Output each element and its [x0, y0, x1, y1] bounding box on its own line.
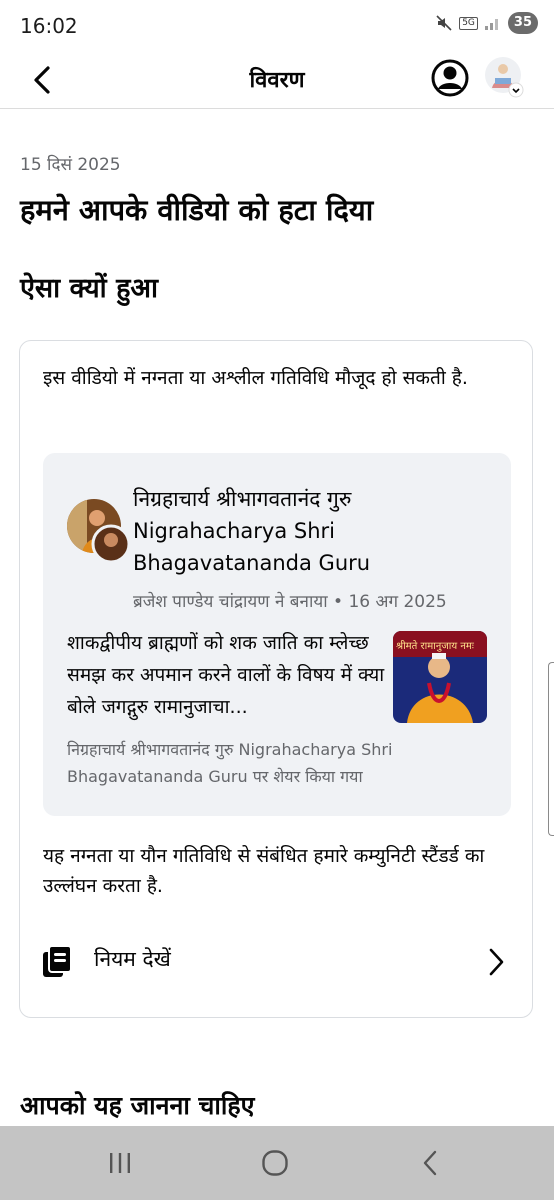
status-time: 16:02 [20, 14, 78, 38]
page-avatar [67, 499, 131, 564]
mute-icon [436, 15, 452, 31]
system-back-button[interactable] [410, 1146, 450, 1180]
removed-post-preview[interactable]: निग्रहाचार्य श्रीभागवतानंद गुरु Nigrahac… [43, 453, 511, 816]
why-heading: ऐसा क्यों हुआ [20, 273, 159, 304]
user-avatar [485, 57, 524, 98]
signal-icon [484, 19, 498, 30]
profile-button[interactable] [430, 58, 470, 98]
avatar-menu-button[interactable] [484, 56, 526, 100]
system-nav-bar [0, 1126, 554, 1200]
view-rules-button[interactable]: नियम देखें [20, 929, 532, 993]
status-bar: 16:02 5G 35 [0, 0, 554, 52]
content[interactable]: 15 दिसं 2025 हमने आपके वीडियो को हटा दिय… [0, 108, 554, 1126]
reason-text: इस वीडियो में नग्नता या अश्लील गतिविधि म… [43, 367, 468, 389]
policy-text: यह नग्नता या यौन गतिविधि से संबंधित हमार… [43, 845, 485, 897]
page-name[interactable]: निग्रहाचार्य श्रीभागवतानंद गुरु Nigrahac… [133, 483, 493, 579]
view-rules-label: नियम देखें [94, 947, 171, 971]
page-title: विवरण [249, 68, 305, 93]
know-heading: आपको यह जानना चाहिए [20, 1091, 255, 1120]
account-circle-icon [431, 59, 469, 97]
shared-to-text: निग्रहाचार्य श्रीभागवतानंद गुरु Nigrahac… [67, 740, 393, 786]
post-meta: ब्रजेश पाण्डेय चांद्रायण ने बनाया • 16 अ… [133, 592, 447, 612]
thumb-banner-text: श्रीमते रामानुजाय नमः [396, 640, 475, 652]
scroll-handle[interactable] [548, 662, 554, 836]
notice-date: 15 दिसं 2025 [20, 155, 121, 175]
notice-headline: हमने आपके वीडियो को हटा दिया [20, 193, 374, 227]
recents-icon [110, 1153, 130, 1173]
home-icon [262, 1150, 288, 1176]
app-bar: विवरण [0, 52, 554, 109]
book-icon [43, 945, 72, 977]
battery-indicator: 35 [507, 12, 538, 34]
home-button[interactable] [255, 1146, 295, 1180]
status-icons: 5G 35 [435, 12, 538, 34]
network-badge: 5G [459, 16, 478, 30]
reason-card: इस वीडियो में नग्नता या अश्लील गतिविधि म… [19, 340, 533, 1018]
chevron-right-icon [489, 948, 504, 976]
video-thumbnail: श्रीमते रामानुजाय नमः [393, 631, 487, 723]
recents-button[interactable] [100, 1146, 140, 1180]
back-icon [423, 1150, 437, 1176]
post-caption: शाकद्वीपीय ब्राह्मणों को शक जाति का म्ले… [67, 632, 385, 718]
